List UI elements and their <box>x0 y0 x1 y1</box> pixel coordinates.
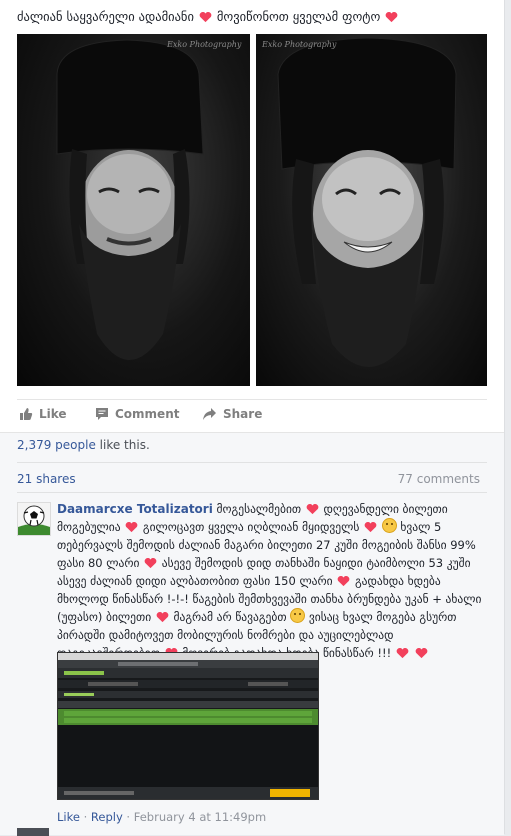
photo-portrait-serious: Exko Photography <box>17 34 250 386</box>
betting-site-screenshot <box>58 653 318 799</box>
like-label: Like <box>39 407 67 421</box>
post-caption: ძალიან საყვარელი ადამიანი მოვიწონოთ ყველ… <box>17 8 497 26</box>
comment-like-link[interactable]: Like <box>57 810 80 824</box>
portrait-illustration <box>56 39 204 360</box>
comment-reply-link[interactable]: Reply <box>91 810 123 824</box>
comment-text: მოგესალმებით <box>216 502 302 516</box>
portrait-illustration <box>277 37 457 367</box>
share-arrow-icon <box>203 408 216 420</box>
post-actions-bar: Like Comment Share <box>17 399 487 428</box>
smile-emoji-icon <box>290 608 306 623</box>
comment-text: მაგრამ არ წავაგებთ <box>173 610 287 624</box>
heart-icon <box>364 521 377 533</box>
heart-icon <box>385 11 398 23</box>
comment-body: Daamarcxe Totalizatori მოგესალმებით დღევ… <box>57 500 487 662</box>
separator-dot: · <box>83 810 88 824</box>
next-comment-avatar <box>17 828 49 836</box>
avatar[interactable] <box>17 502 51 536</box>
comment-attachment-image[interactable] <box>57 652 319 800</box>
heart-icon <box>156 611 169 623</box>
shares-link[interactable]: 21 shares <box>17 472 76 486</box>
likes-count-link[interactable]: 2,379 people <box>17 438 96 452</box>
like-button[interactable]: Like <box>19 407 67 421</box>
share-button[interactable]: Share <box>202 407 262 421</box>
post-photo[interactable]: Exko Photography Exko Photography <box>17 34 487 386</box>
heart-icon <box>337 575 350 587</box>
heart-icon <box>306 503 319 515</box>
post-card: ძალიან საყვარელი ადამიანი მოვიწონოთ ყველ… <box>0 0 505 836</box>
share-label: Share <box>223 407 263 421</box>
heart-icon <box>125 521 138 533</box>
soccer-ball-avatar-icon <box>18 503 50 535</box>
thumbs-up-icon <box>20 408 33 420</box>
photo-portrait-smiling: Exko Photography <box>256 34 487 386</box>
heart-icon <box>199 11 212 23</box>
separator-dot: · <box>126 810 131 824</box>
comment-icon <box>96 408 108 420</box>
comment-timestamp[interactable]: February 4 at 11:49pm <box>134 810 266 824</box>
comment-button[interactable]: Comment <box>95 407 179 421</box>
divider <box>17 462 487 463</box>
heart-icon <box>144 557 157 569</box>
watermark: Exko Photography <box>167 40 242 49</box>
watermark: Exko Photography <box>262 40 337 49</box>
likes-summary: 2,379 people like this. <box>17 438 150 452</box>
comment-meta: Like · Reply · February 4 at 11:49pm <box>57 810 266 824</box>
comment-label: Comment <box>115 407 180 421</box>
comment-text: გილოცავთ ყველა იღბლიან მყიდველს <box>142 520 360 534</box>
comment-author-link[interactable]: Daamarcxe Totalizatori <box>57 502 213 516</box>
divider <box>17 492 487 493</box>
caption-text: მოვიწონოთ ყველამ ფოტო <box>216 9 381 24</box>
wink-emoji-icon <box>381 518 397 533</box>
heart-icon <box>415 647 427 659</box>
caption-text: ძალიან საყვარელი ადამიანი <box>17 9 194 24</box>
heart-icon <box>396 647 409 659</box>
comments-count-link[interactable]: 77 comments <box>398 472 480 486</box>
likes-suffix: like this. <box>99 438 150 452</box>
